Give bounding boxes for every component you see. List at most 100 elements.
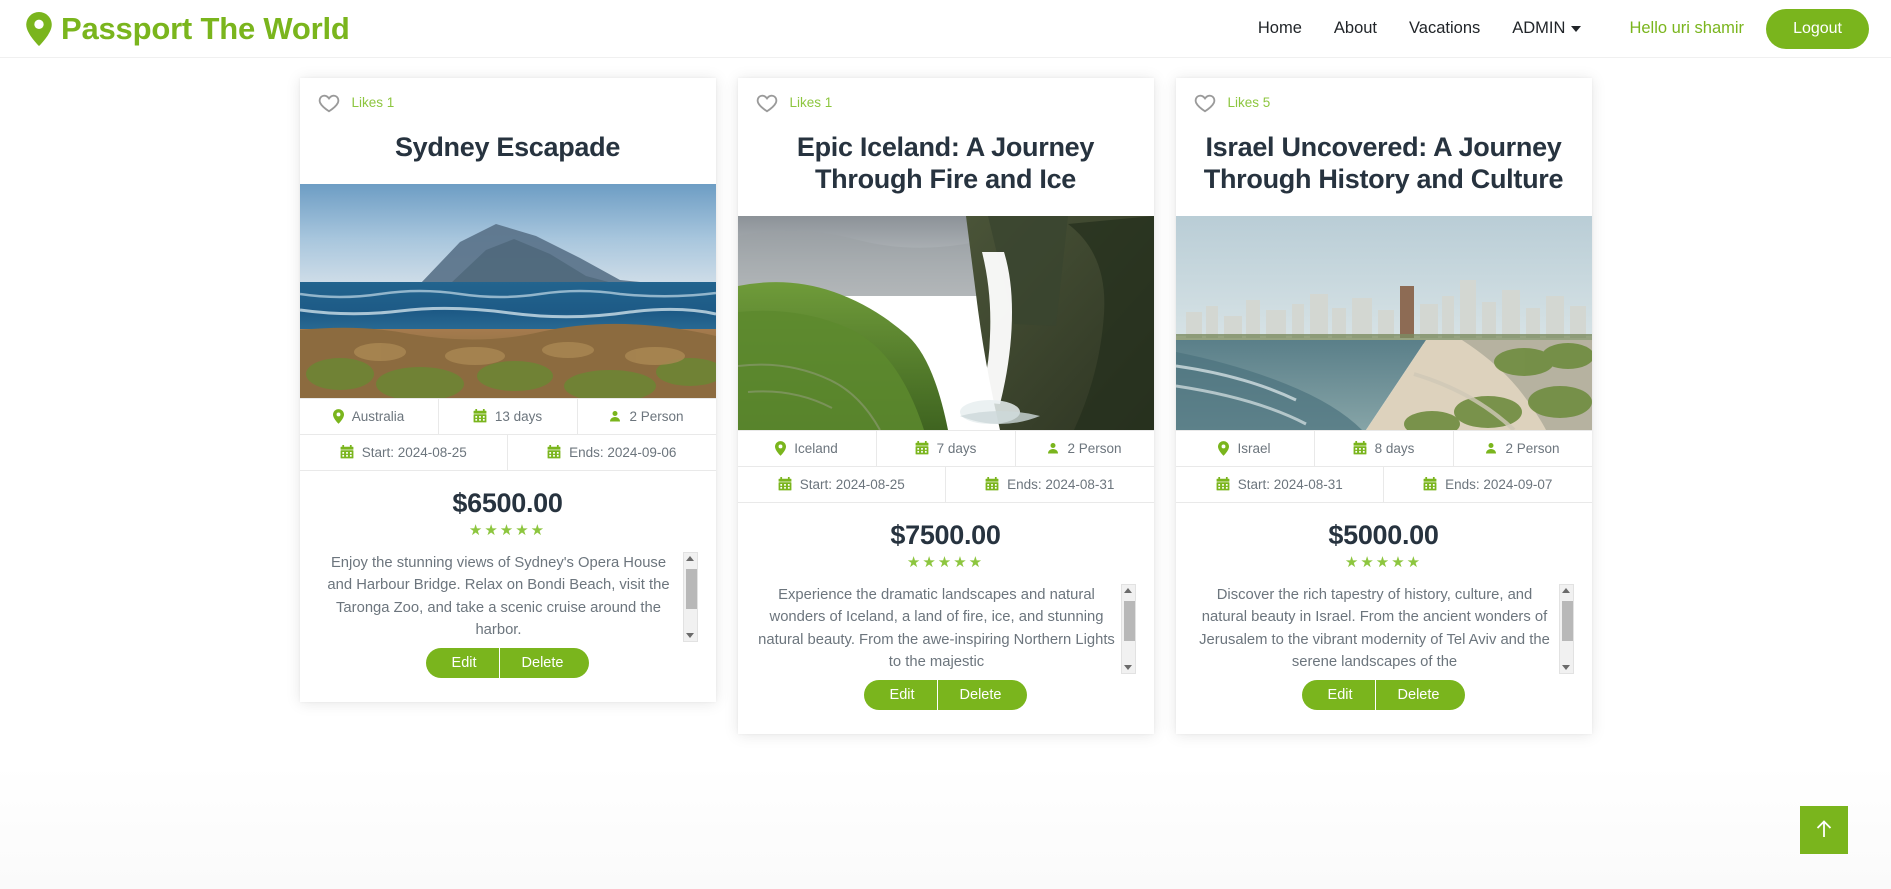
card-duration-cell: 8 days xyxy=(1315,430,1454,466)
edit-delete-button-group: Edit Delete xyxy=(425,647,590,678)
chevron-down-icon xyxy=(1571,25,1582,32)
card-ends-label: Ends: 2024-09-07 xyxy=(1445,476,1553,492)
card-start-label: Start: 2024-08-25 xyxy=(799,476,905,492)
person-icon xyxy=(1047,441,1059,455)
card-image xyxy=(1175,215,1592,430)
calendar-icon xyxy=(915,441,929,455)
scrollbar-thumb[interactable] xyxy=(685,568,697,609)
card-ends-label: Ends: 2024-08-31 xyxy=(1007,476,1115,492)
likes-count-label: Likes 1 xyxy=(351,95,395,111)
person-icon xyxy=(1485,441,1497,455)
edit-delete-button-group: Edit Delete xyxy=(1301,679,1466,710)
description-scrollbar[interactable] xyxy=(682,551,698,642)
location-pin-icon xyxy=(1218,440,1230,456)
logout-button[interactable]: Logout xyxy=(1766,8,1869,49)
nav-right-group: Home About Vacations ADMIN Hello uri sha… xyxy=(1242,8,1869,49)
card-ends-cell: Ends: 2024-09-06 xyxy=(508,435,716,470)
scroll-up-arrow-icon[interactable] xyxy=(1562,587,1570,593)
edit-button[interactable]: Edit xyxy=(1301,679,1376,710)
likes-row: Likes 1 xyxy=(300,78,716,116)
card-start-cell: Start: 2024-08-31 xyxy=(1176,466,1384,502)
delete-button[interactable]: Delete xyxy=(499,647,590,678)
map-pin-icon xyxy=(26,11,52,46)
description-scrollbar[interactable] xyxy=(1558,583,1574,674)
nav-link-vacations[interactable]: Vacations xyxy=(1393,20,1496,37)
scroll-down-arrow-icon[interactable] xyxy=(686,632,694,638)
likes-count-label: Likes 5 xyxy=(1227,95,1271,111)
card-description-text: Discover the rich tapestry of history, c… xyxy=(1199,586,1550,671)
card-rating-stars: ★★★★★ xyxy=(906,553,985,571)
card-description-area: Experience the dramatic landscapes and n… xyxy=(756,583,1136,674)
calendar-icon xyxy=(1353,441,1367,455)
card-destination-cell: Australia xyxy=(300,398,439,434)
navbar: Passport The World Home About Vacations … xyxy=(0,0,1891,58)
brand-logo[interactable]: Passport The World xyxy=(26,11,350,47)
vacation-card: Likes 1 Sydney Escapade Australia 13 day… xyxy=(299,78,716,702)
scroll-to-top-button[interactable] xyxy=(1800,806,1848,854)
card-duration-cell: 13 days xyxy=(439,398,578,434)
scroll-down-arrow-icon[interactable] xyxy=(1124,664,1132,670)
card-destination-cell: Iceland xyxy=(738,430,877,466)
card-description-area: Enjoy the stunning views of Sydney's Ope… xyxy=(318,551,698,642)
card-image-svg xyxy=(1175,215,1592,430)
card-destination-label: Iceland xyxy=(794,440,838,456)
brand-title: Passport The World xyxy=(61,10,350,46)
heart-icon[interactable] xyxy=(756,92,778,114)
heart-icon[interactable] xyxy=(1194,92,1216,114)
scrollbar-thumb[interactable] xyxy=(1561,600,1573,641)
card-rating-stars: ★★★★★ xyxy=(468,521,547,539)
calendar-icon xyxy=(1423,477,1437,491)
card-title: Sydney Escapade xyxy=(394,132,621,162)
heart-icon-svg xyxy=(318,94,339,113)
card-image xyxy=(299,183,716,398)
card-info-row-dates: Start: 2024-08-25 Ends: 2024-09-06 xyxy=(299,434,716,471)
card-rating-stars: ★★★★★ xyxy=(1344,553,1423,571)
delete-button[interactable]: Delete xyxy=(1375,679,1466,710)
card-start-cell: Start: 2024-08-25 xyxy=(300,434,508,470)
scroll-down-arrow-icon[interactable] xyxy=(1562,664,1570,670)
card-destination-label: Australia xyxy=(351,408,405,424)
vacation-cards-grid: Likes 1 Sydney Escapade Australia 13 day… xyxy=(0,58,1891,734)
card-persons-cell: 2 Person xyxy=(1454,431,1592,466)
person-icon xyxy=(609,409,621,423)
heart-icon[interactable] xyxy=(318,92,340,114)
card-description-text: Enjoy the stunning views of Sydney's Ope… xyxy=(327,554,670,639)
scroll-up-arrow-icon[interactable] xyxy=(1124,587,1132,593)
card-duration-label: 8 days xyxy=(1374,440,1415,456)
card-actions: Edit Delete xyxy=(1176,674,1592,734)
calendar-icon xyxy=(1216,477,1230,491)
edit-button[interactable]: Edit xyxy=(863,679,938,710)
calendar-icon xyxy=(985,477,999,491)
card-info-row-primary: Israel 8 days 2 Person xyxy=(1175,429,1592,467)
location-pin-icon xyxy=(332,409,344,424)
card-persons-cell: 2 Person xyxy=(1016,431,1154,466)
scroll-up-arrow-icon[interactable] xyxy=(686,555,694,561)
edit-button[interactable]: Edit xyxy=(425,647,500,678)
heart-icon-svg xyxy=(1194,94,1215,113)
arrow-up-icon-svg xyxy=(1816,819,1832,837)
scrollbar-thumb[interactable] xyxy=(1123,600,1135,641)
card-ends-cell: Ends: 2024-08-31 xyxy=(946,467,1154,502)
card-persons-label: 2 Person xyxy=(1505,440,1560,456)
card-info-row-dates: Start: 2024-08-31 Ends: 2024-09-07 xyxy=(1175,466,1592,503)
card-destination-label: Israel xyxy=(1237,440,1271,456)
delete-button[interactable]: Delete xyxy=(937,679,1028,710)
card-persons-cell: 2 Person xyxy=(578,399,716,434)
nav-link-home[interactable]: Home xyxy=(1242,20,1318,37)
card-price: $6500.00 xyxy=(452,487,563,518)
card-actions: Edit Delete xyxy=(738,674,1154,734)
nav-link-about[interactable]: About xyxy=(1318,20,1393,37)
nav-dropdown-admin[interactable]: ADMIN xyxy=(1496,19,1597,38)
card-image xyxy=(737,215,1154,430)
likes-row: Likes 5 xyxy=(1176,78,1592,116)
description-scrollbar[interactable] xyxy=(1120,583,1136,674)
likes-count-label: Likes 1 xyxy=(789,95,833,111)
card-title: Israel Uncovered: A Journey Through Hist… xyxy=(1203,132,1564,194)
card-ends-label: Ends: 2024-09-06 xyxy=(569,444,677,460)
card-info-row-primary: Iceland 7 days 2 Person xyxy=(737,429,1154,467)
card-actions: Edit Delete xyxy=(300,642,716,702)
user-greeting: Hello uri shamir xyxy=(1629,19,1745,37)
vacation-card: Likes 1 Epic Iceland: A Journey Through … xyxy=(737,78,1154,734)
card-info-row-dates: Start: 2024-08-25 Ends: 2024-08-31 xyxy=(737,466,1154,503)
likes-row: Likes 1 xyxy=(738,78,1154,116)
